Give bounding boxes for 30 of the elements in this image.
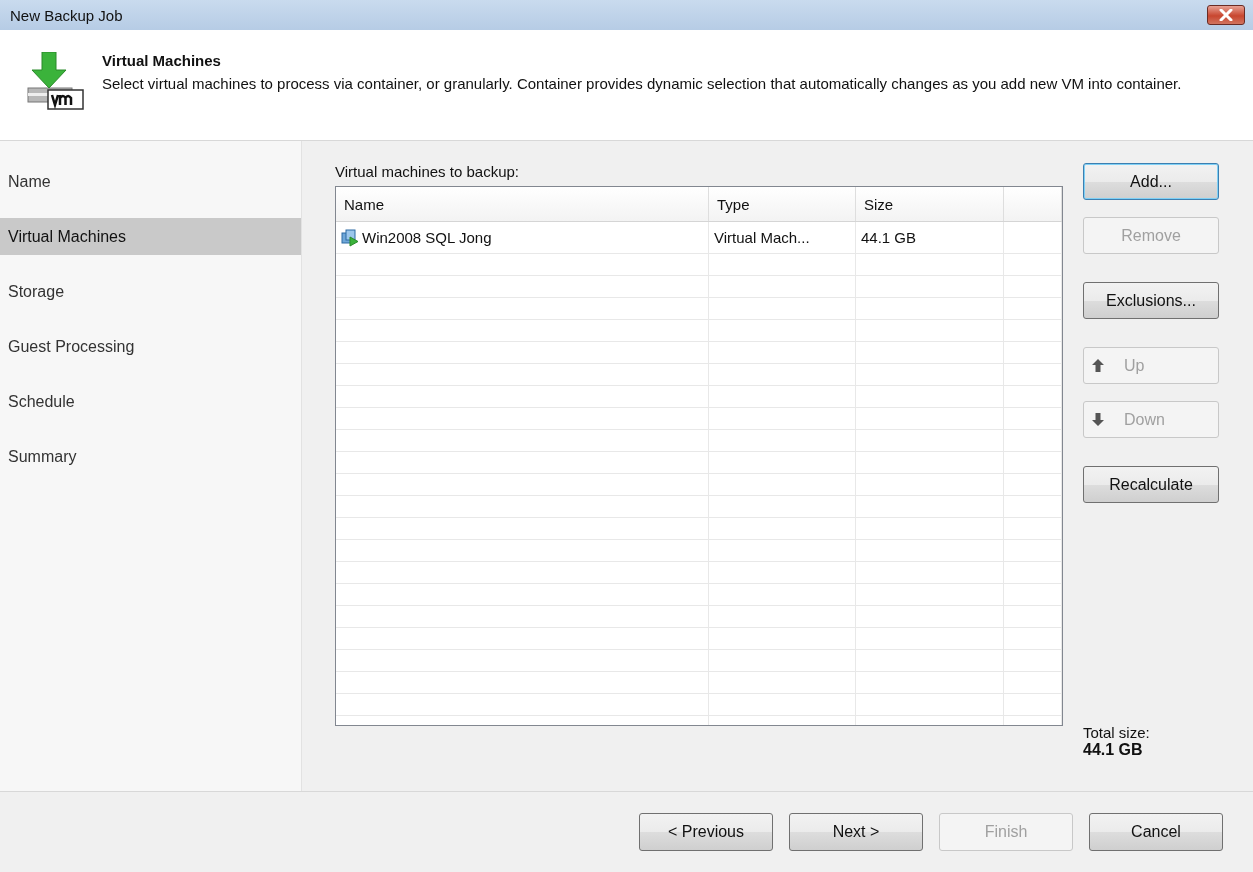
total-size-value: 44.1 GB [1083, 741, 1144, 758]
up-arrow-icon [1092, 359, 1104, 372]
close-button[interactable] [1207, 5, 1245, 25]
column-header[interactable]: Name [336, 187, 709, 221]
sidebar-item[interactable]: Storage [0, 273, 301, 310]
table-label: Virtual machines to backup: [335, 163, 520, 180]
column-header[interactable]: Size [856, 187, 1004, 221]
down-arrow-icon [1092, 413, 1104, 426]
sidebar-item[interactable]: Summary [0, 438, 301, 475]
sidebar-item[interactable]: Name [0, 163, 301, 200]
close-icon [1219, 9, 1233, 21]
action-button[interactable]: Recalculate [1083, 466, 1219, 503]
total-size-label: Total size: [1083, 724, 1150, 741]
wizard-button[interactable]: Next > [789, 813, 923, 851]
sidebar-item[interactable]: Guest Processing [0, 328, 301, 365]
wizard-button[interactable]: < Previous [639, 813, 773, 851]
action-button[interactable]: Exclusions... [1083, 282, 1219, 319]
window-title: New Backup Job [10, 6, 123, 24]
vm-icon [341, 228, 359, 247]
vm-download-icon [26, 52, 84, 110]
table-cell: Win2008 SQL Jong [336, 222, 709, 253]
table-cell: 44.1 GB [856, 222, 1004, 253]
action-button[interactable]: Add... [1083, 163, 1219, 200]
page-description: Select virtual machines to process via container, or granularly. Container provides dynamic selection that automatically changes as you add new VM into container. [102, 75, 1183, 93]
column-header[interactable]: Type [709, 187, 856, 221]
wizard-button[interactable]: Cancel [1089, 813, 1223, 851]
page-title: Virtual Machines [102, 52, 222, 69]
table-cell: Virtual Mach... [709, 222, 856, 253]
sidebar-item[interactable]: Virtual Machines [0, 218, 301, 255]
sidebar-item[interactable]: Schedule [0, 383, 301, 420]
